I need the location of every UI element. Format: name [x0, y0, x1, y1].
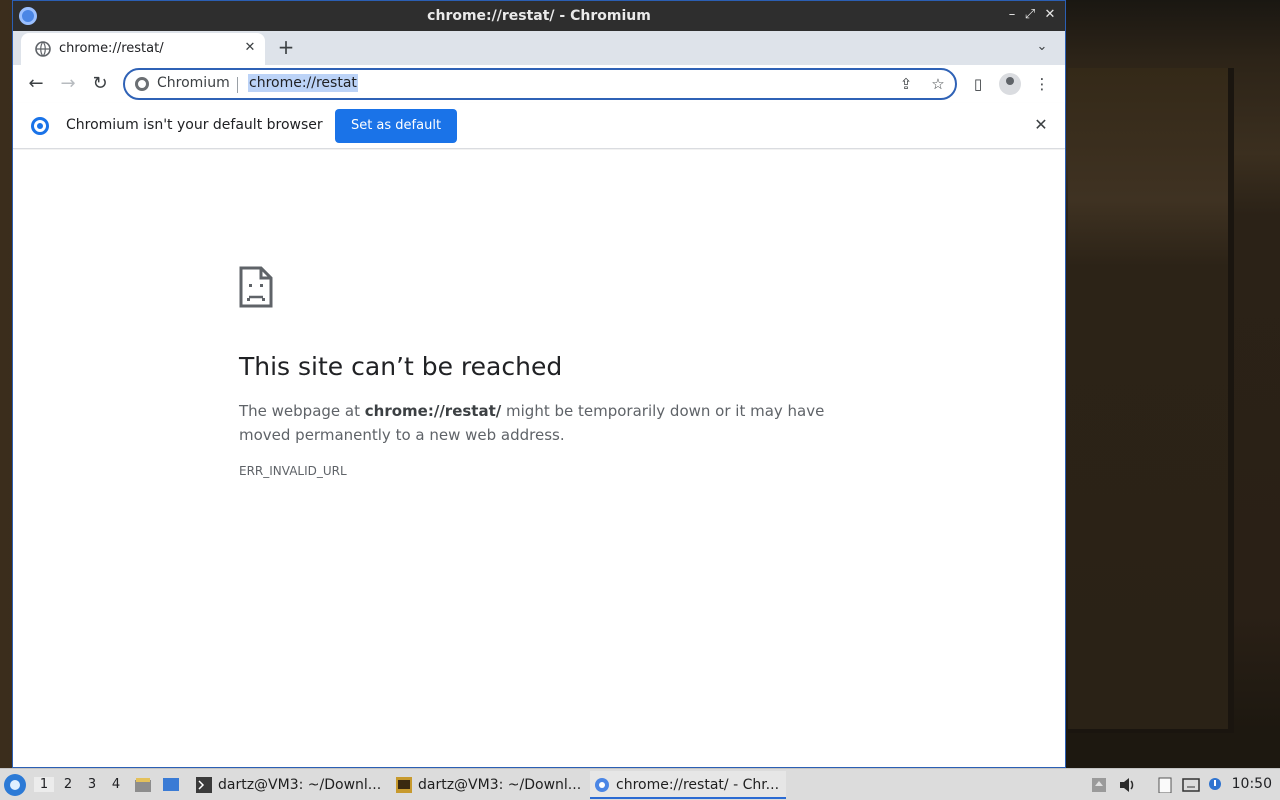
workspace-4[interactable]: 4 — [106, 777, 126, 792]
chromium-chip-icon — [135, 77, 149, 91]
infobar-close-icon[interactable]: ✕ — [1031, 115, 1051, 135]
chromium-logo-icon — [31, 117, 49, 135]
workspace-3[interactable]: 3 — [82, 777, 102, 792]
wallpaper-frame — [1068, 68, 1234, 733]
taskbar: 1 2 3 4 dartz@VM3: ~/Downl... dartz@VM3:… — [0, 768, 1280, 800]
default-browser-infobar: Chromium isn't your default browser Set … — [13, 103, 1065, 149]
taskbar-item-chromium[interactable]: chrome://restat/ - Chr... — [590, 771, 786, 799]
taskbar-item-label: dartz@VM3: ~/Downl... — [418, 777, 582, 793]
crt-terminal-icon — [396, 777, 412, 793]
workspace-2[interactable]: 2 — [58, 777, 78, 792]
globe-icon — [35, 41, 51, 57]
file-manager-icon[interactable] — [134, 776, 152, 794]
taskbar-item-label: chrome://restat/ - Chr... — [616, 777, 780, 793]
profile-avatar-icon[interactable] — [999, 73, 1021, 95]
menu-kebab-icon[interactable]: ⋮ — [1031, 73, 1053, 95]
volume-icon[interactable] — [1118, 777, 1136, 793]
browser-window: chrome://restat/ - Chromium – ⤢ ✕ chrome… — [12, 0, 1066, 768]
show-desktop-icon[interactable] — [162, 776, 180, 794]
browser-toolbar: ← → ↻ Chromium chrome://restat ⇪ ☆ ▯ ⋮ — [13, 65, 1065, 103]
close-window-icon[interactable]: ✕ — [1041, 6, 1059, 24]
url-text[interactable]: chrome://restat — [248, 74, 358, 92]
workspace-1[interactable]: 1 — [34, 777, 54, 792]
infobar-message: Chromium isn't your default browser — [66, 117, 323, 133]
set-as-default-button[interactable]: Set as default — [335, 109, 457, 143]
taskbar-item-terminal-2[interactable]: dartz@VM3: ~/Downl... — [392, 771, 586, 799]
share-icon[interactable]: ⇪ — [897, 75, 915, 93]
minimize-icon[interactable]: – — [1003, 6, 1021, 24]
chromium-icon — [595, 778, 609, 792]
new-tab-button[interactable]: + — [275, 37, 297, 59]
window-titlebar[interactable]: chrome://restat/ - Chromium – ⤢ ✕ — [13, 1, 1065, 31]
clock[interactable]: 10:50 — [1232, 776, 1272, 792]
tab-search-chevron-icon[interactable]: ⌄ — [1033, 39, 1051, 57]
notification-icon[interactable] — [1206, 777, 1224, 793]
terminal-icon — [196, 777, 212, 793]
taskbar-item-label: dartz@VM3: ~/Downl... — [218, 777, 382, 793]
page-content: This site can’t be reached The webpage a… — [13, 150, 1065, 767]
tab-title: chrome://restat/ — [59, 41, 164, 56]
error-title: This site can’t be reached — [239, 352, 563, 381]
chip-separator — [237, 77, 238, 93]
back-button[interactable]: ← — [25, 73, 47, 95]
tab-strip: chrome://restat/ ✕ — [13, 31, 1065, 65]
sad-page-icon — [239, 266, 273, 308]
reload-button[interactable]: ↻ — [89, 73, 111, 95]
maximize-icon[interactable]: ⤢ — [1021, 6, 1039, 24]
window-title: chrome://restat/ - Chromium — [427, 8, 651, 24]
site-chip-label[interactable]: Chromium — [157, 75, 230, 91]
forward-button[interactable]: → — [57, 73, 79, 95]
tab-close-icon[interactable]: ✕ — [241, 39, 259, 57]
error-desc-prefix: The webpage at — [239, 402, 365, 420]
address-bar[interactable]: Chromium chrome://restat ⇪ ☆ — [123, 68, 957, 100]
network-icon[interactable] — [1182, 777, 1200, 793]
start-menu-icon[interactable] — [4, 774, 26, 796]
desktop-wallpaper-right — [1066, 0, 1280, 768]
taskbar-item-terminal-1[interactable]: dartz@VM3: ~/Downl... — [192, 771, 386, 799]
error-desc-url: chrome://restat/ — [364, 402, 502, 420]
error-code: ERR_INVALID_URL — [239, 464, 347, 478]
updates-tray-icon[interactable] — [1090, 777, 1108, 793]
error-description: The webpage at chrome://restat/ might be… — [239, 399, 859, 447]
side-panel-icon[interactable]: ▯ — [967, 73, 989, 95]
clipboard-icon[interactable] — [1156, 777, 1174, 793]
tab-active[interactable]: chrome://restat/ ✕ — [21, 33, 265, 65]
bookmark-star-icon[interactable]: ☆ — [929, 75, 947, 93]
